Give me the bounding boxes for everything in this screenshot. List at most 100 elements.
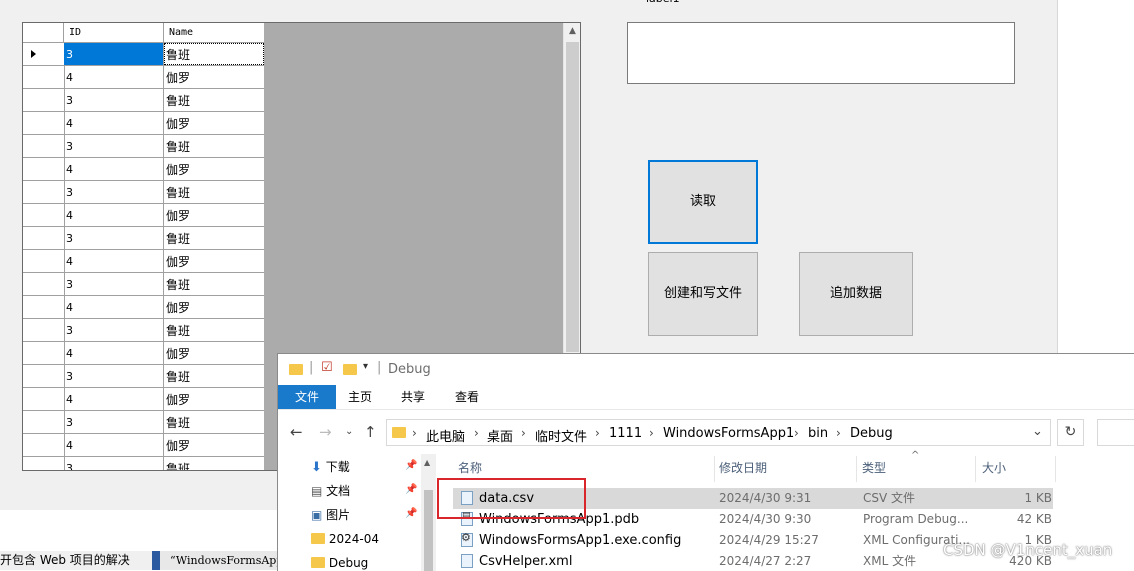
row-header[interactable] (23, 66, 65, 88)
row-header[interactable] (23, 204, 65, 226)
breadcrumb-this-pc[interactable]: 此电脑 (426, 426, 465, 445)
nav-item-debug[interactable]: Debug (311, 552, 368, 571)
cell-id[interactable]: 3 (64, 181, 164, 203)
column-header-size[interactable]: 大小 (982, 460, 1006, 480)
nav-item-2024-04[interactable]: 2024-04 (311, 528, 379, 550)
grid-row[interactable]: 4 伽罗 (23, 250, 264, 273)
grid-row[interactable]: 4 伽罗 (23, 342, 264, 365)
address-dropdown-icon[interactable]: ⌄ (1032, 424, 1043, 439)
nav-item-downloads[interactable]: ⬇ 下载 (311, 456, 350, 478)
grid-row[interactable]: 4 伽罗 (23, 204, 264, 227)
cell-name[interactable]: 鲁班 (164, 227, 264, 249)
column-header-type[interactable]: 类型 (862, 460, 886, 480)
cell-id[interactable]: 3 (64, 319, 164, 341)
row-header[interactable] (23, 434, 65, 456)
row-header[interactable] (23, 227, 65, 249)
cell-name[interactable]: 鲁班 (164, 457, 264, 470)
cell-name[interactable]: 伽罗 (164, 204, 264, 226)
grid-row[interactable]: 4 伽罗 (23, 388, 264, 411)
pin-icon[interactable]: 📌 (405, 460, 417, 471)
cell-name[interactable]: 鲁班 (164, 181, 264, 203)
grid-row[interactable]: 4 伽罗 (23, 434, 264, 457)
row-header[interactable] (23, 411, 65, 433)
taskbar-item-solution[interactable]: 开包含 Web 项目的解决 (0, 551, 152, 570)
cell-id[interactable]: 3 (64, 89, 164, 111)
scroll-thumb[interactable] (566, 42, 579, 352)
cell-id[interactable]: 3 (64, 457, 164, 470)
row-header[interactable] (23, 43, 65, 65)
cell-id[interactable]: 4 (64, 342, 164, 364)
breadcrumb-1111[interactable]: 1111 (609, 426, 642, 441)
read-button[interactable]: 读取 (648, 160, 758, 244)
grid-row[interactable]: 3 鲁班 (23, 227, 264, 250)
cell-name[interactable]: 伽罗 (164, 296, 264, 318)
grid-row[interactable]: 3 鲁班 (23, 411, 264, 434)
cell-name[interactable]: 鲁班 (164, 135, 264, 157)
cell-id[interactable]: 4 (64, 434, 164, 456)
column-header-name[interactable]: Name (164, 23, 264, 42)
nav-pane-scrollbar[interactable]: ▲ (421, 454, 436, 571)
grid-row[interactable]: 4 伽罗 (23, 296, 264, 319)
row-header[interactable] (23, 342, 65, 364)
row-header[interactable] (23, 135, 65, 157)
column-header-id[interactable]: ID (64, 23, 164, 42)
forward-arrow-icon[interactable]: → (319, 423, 332, 441)
grid-row[interactable]: 4 伽罗 (23, 158, 264, 181)
row-header[interactable] (23, 457, 65, 470)
cell-id[interactable]: 3 (64, 411, 164, 433)
cell-name[interactable]: 伽罗 (164, 158, 264, 180)
cell-id[interactable]: 4 (64, 66, 164, 88)
grid-row[interactable]: 3 鲁班 (23, 135, 264, 158)
nav-item-documents[interactable]: ▤ 文档 (311, 480, 350, 502)
pin-icon[interactable]: 📌 (405, 484, 417, 495)
breadcrumb-debug[interactable]: Debug (850, 426, 893, 441)
address-bar[interactable]: › 此电脑 › 桌面 › 临时文件 › 1111 › WindowsFormsA… (386, 419, 1051, 446)
cell-name[interactable]: 鲁班 (164, 43, 264, 65)
cell-name[interactable]: 伽罗 (164, 434, 264, 456)
cell-name[interactable]: 伽罗 (164, 250, 264, 272)
up-arrow-icon[interactable]: ↑ (364, 423, 377, 441)
taskbar-item-app[interactable]: “WindowsFormsApp1 (160, 551, 280, 570)
cell-name[interactable]: 鲁班 (164, 411, 264, 433)
breadcrumb-bin[interactable]: bin (808, 426, 828, 441)
pin-icon[interactable]: 📌 (405, 508, 417, 519)
cell-id[interactable]: 4 (64, 158, 164, 180)
cell-id[interactable]: 3 (64, 273, 164, 295)
text-box[interactable] (627, 22, 1015, 84)
grid-row[interactable]: 3 鲁班 (23, 89, 264, 112)
row-header[interactable] (23, 158, 65, 180)
cell-id[interactable]: 4 (64, 112, 164, 134)
column-separator[interactable] (856, 456, 857, 482)
row-header[interactable] (23, 296, 65, 318)
cell-name[interactable]: 伽罗 (164, 66, 264, 88)
grid-row[interactable]: 3 鲁班 (23, 457, 264, 470)
row-header[interactable] (23, 181, 65, 203)
quick-access-dropdown-icon[interactable]: ▾ (363, 361, 368, 372)
row-header[interactable] (23, 89, 65, 111)
grid-row[interactable]: 3 鲁班 (23, 365, 264, 388)
cell-id[interactable]: 3 (64, 43, 164, 65)
scroll-thumb[interactable] (424, 490, 433, 571)
create-write-file-button[interactable]: 创建和写文件 (648, 252, 758, 336)
breadcrumb-app[interactable]: WindowsFormsApp1 (663, 426, 794, 441)
cell-name[interactable]: 伽罗 (164, 342, 264, 364)
column-separator[interactable] (975, 456, 976, 482)
grid-row[interactable]: 3 鲁班 (23, 319, 264, 342)
column-separator[interactable] (714, 456, 715, 482)
cell-id[interactable]: 4 (64, 296, 164, 318)
cell-name[interactable]: 鲁班 (164, 273, 264, 295)
row-header-corner[interactable] (23, 23, 64, 42)
cell-name[interactable]: 鲁班 (164, 365, 264, 387)
cell-id[interactable]: 3 (64, 135, 164, 157)
row-header[interactable] (23, 273, 65, 295)
grid-row[interactable]: 4 伽罗 (23, 66, 264, 89)
row-header[interactable] (23, 319, 65, 341)
cell-id[interactable]: 3 (64, 227, 164, 249)
tab-share[interactable]: 共享 (401, 385, 425, 409)
column-header-name[interactable]: 名称 (458, 460, 482, 480)
append-data-button[interactable]: 追加数据 (799, 252, 913, 336)
cell-name[interactable]: 伽罗 (164, 112, 264, 134)
search-box[interactable] (1097, 419, 1134, 446)
tab-file[interactable]: 文件 (278, 385, 336, 409)
row-header[interactable] (23, 388, 65, 410)
